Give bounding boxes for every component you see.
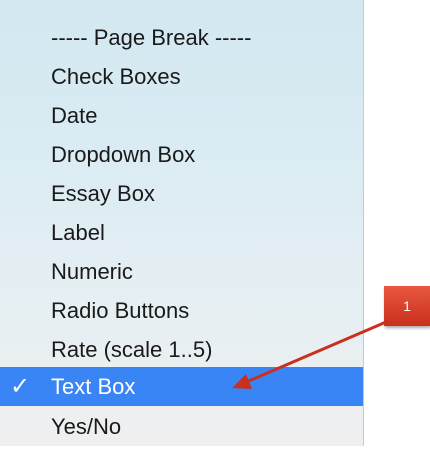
- menu-item-dropdown-box[interactable]: Dropdown Box: [0, 135, 363, 174]
- menu-item-page-break[interactable]: ----- Page Break -----: [0, 18, 363, 57]
- menu-item-radio-buttons[interactable]: Radio Buttons: [0, 291, 363, 330]
- menu-item-label: Date: [51, 103, 98, 128]
- menu-item-yes-no[interactable]: Yes/No: [0, 407, 363, 446]
- menu-item-label: Label: [51, 220, 105, 245]
- field-type-menu: ----- Page Break ----- Check Boxes Date …: [0, 0, 364, 446]
- menu-item-label: Radio Buttons: [51, 298, 190, 323]
- checkmark-icon: ✓: [10, 373, 31, 400]
- menu-item-label-field[interactable]: Label: [0, 213, 363, 252]
- menu-item-date[interactable]: Date: [0, 96, 363, 135]
- menu-item-label: Check Boxes: [51, 64, 181, 89]
- screenshot: ----- Page Break ----- Check Boxes Date …: [0, 0, 430, 457]
- callout-badge: 1: [384, 286, 430, 326]
- menu-item-check-boxes[interactable]: Check Boxes: [0, 57, 363, 96]
- menu-item-label: Numeric: [51, 259, 133, 284]
- menu-item-rate-scale[interactable]: Rate (scale 1..5): [0, 330, 363, 369]
- menu-item-label: Dropdown Box: [51, 142, 196, 167]
- menu-item-label: Essay Box: [51, 181, 155, 206]
- callout-number: 1: [403, 298, 411, 314]
- menu-item-label: Rate (scale 1..5): [51, 337, 213, 362]
- menu-item-label: Yes/No: [51, 414, 122, 439]
- menu-item-label: ----- Page Break -----: [51, 25, 252, 50]
- menu-item-label: Text Box: [51, 374, 136, 399]
- menu-item-essay-box[interactable]: Essay Box: [0, 174, 363, 213]
- menu-item-numeric[interactable]: Numeric: [0, 252, 363, 291]
- menu-item-text-box[interactable]: ✓ Text Box: [0, 367, 363, 406]
